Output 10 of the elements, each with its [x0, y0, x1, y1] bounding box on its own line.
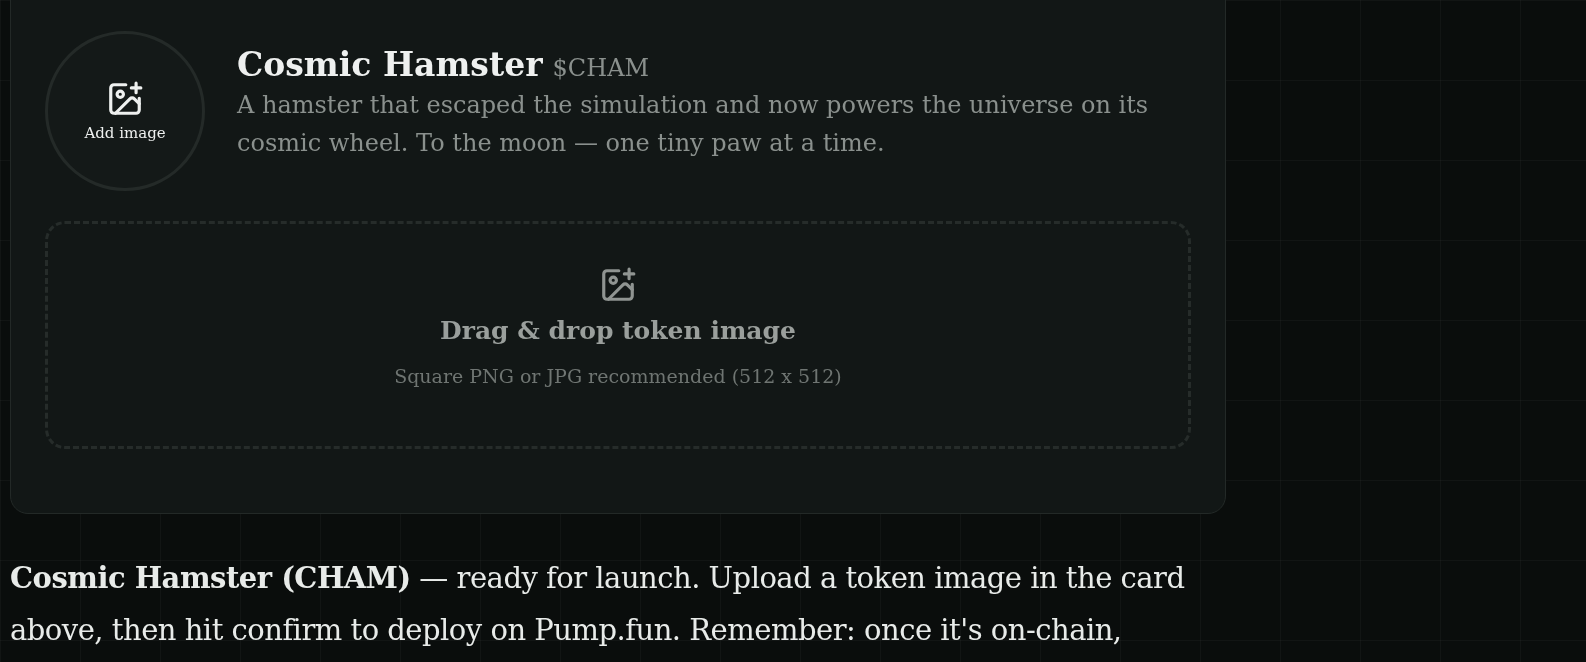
- dropzone-title: Drag & drop token image: [440, 315, 796, 345]
- add-image-button[interactable]: Add image: [45, 31, 205, 191]
- token-description: A hamster that escaped the simulation and now powers the universe on its cosmic wheel. To the moon — one tiny paw at a time.: [237, 89, 1150, 159]
- chat-message: Cosmic Hamster (CHAM) — ready for launch. Upload a token image in the card above, then hit confirm to deploy on Pump.fun. Remember: once it's on-chain,: [10, 560, 1186, 649]
- dropzone-hint: Square PNG or JPG recommended (512 x 512): [394, 364, 842, 387]
- add-image-icon: [599, 265, 637, 304]
- token-ticker: $CHAM: [552, 53, 650, 82]
- token-name: Cosmic Hamster: [237, 44, 543, 84]
- add-image-icon: [106, 80, 144, 118]
- image-dropzone[interactable]: Drag & drop token image Square PNG or JPG recommended (512 x 512): [45, 221, 1191, 449]
